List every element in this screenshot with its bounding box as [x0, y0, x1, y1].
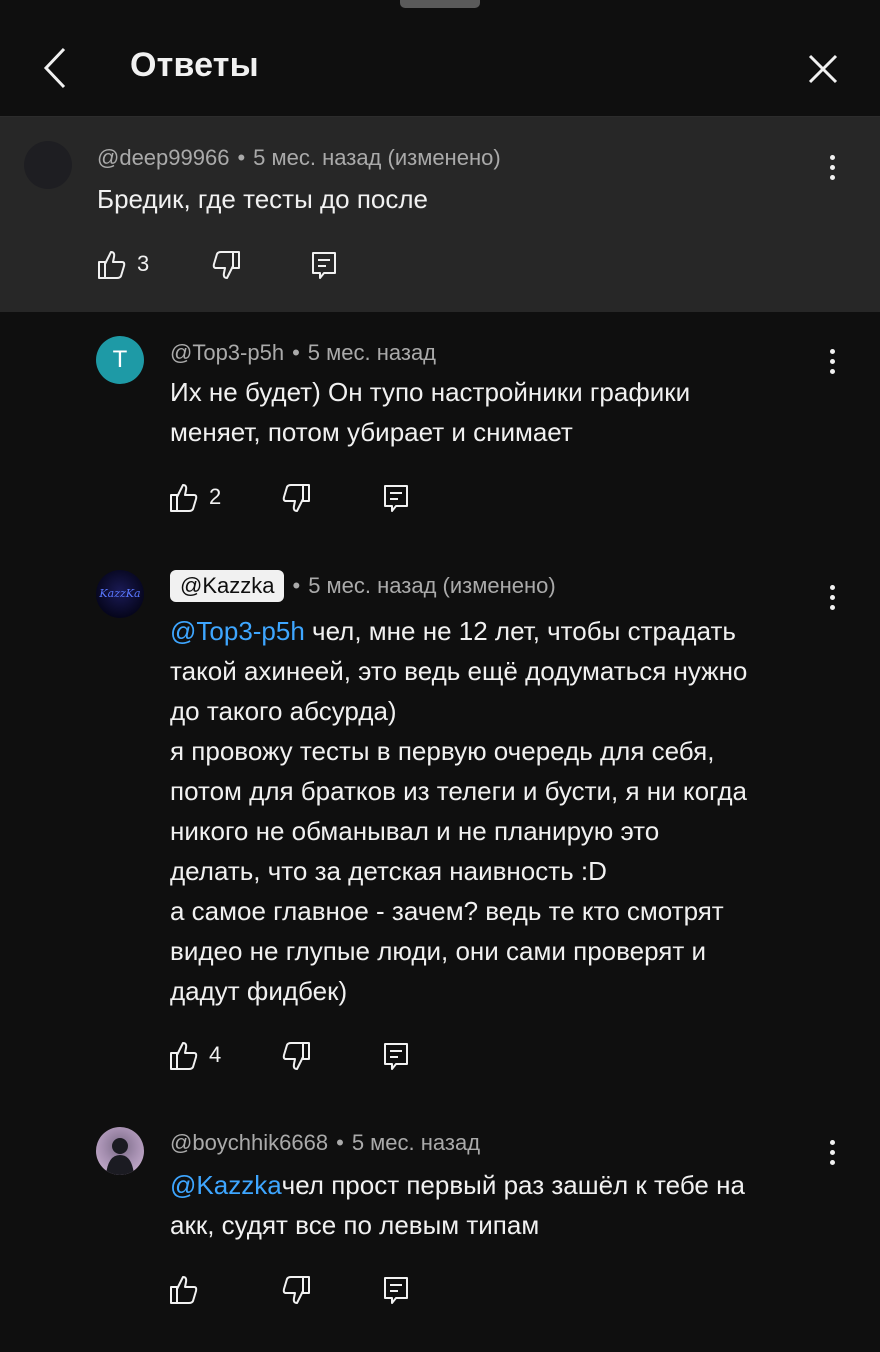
comment-line: до такого абсурда)	[170, 696, 397, 726]
comment-line: я провожу тесты в первую очередь для себ…	[170, 736, 715, 766]
reply-comment: KazzKa @Kazzka • 5 мес. назад (изменено)…	[0, 542, 880, 1097]
meta-separator: •	[237, 145, 246, 170]
like-count: 2	[209, 484, 222, 509]
avatar-figure	[106, 1138, 134, 1175]
mention-link[interactable]: @Top3-p5h	[170, 616, 305, 646]
comment-meta: @Top3-p5h • 5 мес. назад	[170, 340, 436, 366]
comment-actions: 2	[168, 478, 428, 518]
comment-line: потом для братков из телеги и бусти, я н…	[170, 776, 747, 806]
comment-line-rest: чел прост первый раз зашёл к тебе на	[281, 1170, 745, 1200]
reply-button[interactable]	[382, 1270, 410, 1310]
comment-actions	[168, 1270, 428, 1310]
comment-time: 5 мес. назад	[351, 1130, 481, 1155]
dislike-button[interactable]	[280, 1270, 312, 1310]
comment-actions: 4	[168, 1036, 428, 1076]
close-button[interactable]	[800, 46, 846, 92]
comment-line: @Top3-p5h чел, мне не 12 лет, чтобы стра…	[170, 611, 747, 651]
more-vert-icon	[829, 1140, 835, 1145]
page-title: Ответы	[130, 46, 259, 84]
comment-line: никого не обманывал и не планирую это	[170, 816, 660, 846]
more-options-button[interactable]	[820, 1135, 844, 1175]
meta-separator: •	[292, 573, 301, 598]
like-button[interactable]	[168, 478, 200, 518]
avatar[interactable]	[24, 141, 72, 189]
like-button[interactable]	[168, 1036, 200, 1076]
comment-line: дадут фидбек)	[170, 976, 348, 1006]
thumbs-up-icon	[170, 1042, 198, 1070]
thumbs-down-icon	[282, 1042, 310, 1070]
reply-icon	[384, 1043, 408, 1070]
comment-line: делать, что за детская наивность :D	[170, 856, 607, 886]
comment-meta: @Kazzka • 5 мес. назад (изменено)	[170, 570, 556, 602]
dislike-button[interactable]	[280, 1036, 312, 1076]
comment-line: акк, судят все по левым типам	[170, 1210, 540, 1240]
thumbs-up-icon	[170, 484, 198, 512]
avatar[interactable]: T	[96, 336, 144, 384]
reply-button[interactable]	[382, 1036, 410, 1076]
comment-line: @Kazzkaчел прост первый раз зашёл к тебе…	[170, 1165, 745, 1205]
reply-comment: @boychhik6668 • 5 мес. назад @Kazzkaчел …	[0, 1097, 880, 1352]
back-button[interactable]	[36, 44, 76, 92]
avatar[interactable]	[96, 1127, 144, 1175]
thumbs-down-icon	[212, 251, 240, 279]
dislike-button[interactable]	[280, 478, 312, 518]
meta-separator: •	[336, 1130, 344, 1155]
reply-button[interactable]	[310, 245, 338, 285]
parent-comment: @deep99966 • 5 мес. назад (изменено) Бре…	[0, 117, 880, 312]
comment-author[interactable]: @deep99966	[97, 145, 229, 171]
reply-icon	[384, 485, 408, 512]
comment-line: Бредик, где тесты до после	[97, 184, 429, 214]
like-count: 4	[209, 1042, 222, 1067]
comment-actions: 3	[96, 245, 356, 285]
comment-line: такой ахинеей, это ведь ещё додуматься н…	[170, 656, 748, 686]
comment-text: @Kazzkaчел прост первый раз зашёл к тебе…	[170, 1165, 745, 1245]
reply-icon	[384, 1277, 408, 1304]
meta-separator: •	[292, 340, 300, 365]
thumbs-up-icon	[170, 1276, 198, 1304]
comment-line: меняет, потом убирает и снимает	[170, 417, 573, 447]
comment-author[interactable]: @Top3-p5h	[170, 340, 284, 366]
comment-text: Их не будет) Он тупо настройники графики…	[170, 372, 690, 452]
header: Ответы	[0, 0, 880, 117]
more-vert-icon	[829, 349, 835, 354]
comment-line: Их не будет) Он тупо настройники графики	[170, 377, 691, 407]
mention-link[interactable]: @Kazzka	[170, 1170, 282, 1200]
comment-meta: @deep99966 • 5 мес. назад (изменено)	[97, 145, 501, 171]
dislike-button[interactable]	[210, 245, 242, 285]
more-vert-icon	[829, 155, 835, 160]
comment-meta: @boychhik6668 • 5 мес. назад	[170, 1130, 480, 1156]
reply-icon	[312, 252, 336, 279]
comment-line-rest: чел, мне не 12 лет, чтобы страдать	[304, 616, 736, 646]
thumbs-down-icon	[282, 484, 310, 512]
like-count: 3	[137, 251, 150, 276]
avatar[interactable]: KazzKa	[96, 570, 144, 618]
more-options-button[interactable]	[820, 150, 844, 190]
comment-text: Бредик, где тесты до после	[97, 179, 428, 219]
thumbs-down-icon	[282, 1276, 310, 1304]
chevron-left-icon	[43, 47, 66, 89]
comment-author[interactable]: @boychhik6668	[170, 1130, 328, 1156]
comment-time: 5 мес. назад (изменено)	[308, 573, 556, 598]
avatar-logo: KazzKa	[99, 587, 141, 600]
comment-time: 5 мес. назад	[307, 340, 437, 365]
thumbs-up-icon	[98, 251, 126, 279]
comment-line: видео не глупые люди, они сами проверят …	[170, 936, 706, 966]
comment-time: 5 мес. назад (изменено)	[253, 145, 501, 170]
more-vert-icon	[829, 585, 835, 590]
more-options-button[interactable]	[820, 344, 844, 384]
like-button[interactable]	[96, 245, 128, 285]
comment-text: @Top3-p5h чел, мне не 12 лет, чтобы стра…	[170, 611, 747, 1011]
like-button[interactable]	[168, 1270, 200, 1310]
reply-button[interactable]	[382, 478, 410, 518]
avatar-letter: T	[112, 346, 128, 373]
reply-comment: T @Top3-p5h • 5 мес. назад Их не будет) …	[0, 312, 880, 542]
creator-handle-badge[interactable]: @Kazzka	[170, 570, 285, 602]
comment-line: а самое главное - зачем? ведь те кто смо…	[170, 896, 724, 926]
more-options-button[interactable]	[820, 580, 844, 620]
replies-panel: Ответы @deep99966 • 5 мес. назад (измене…	[0, 0, 880, 1352]
close-icon	[808, 54, 838, 84]
